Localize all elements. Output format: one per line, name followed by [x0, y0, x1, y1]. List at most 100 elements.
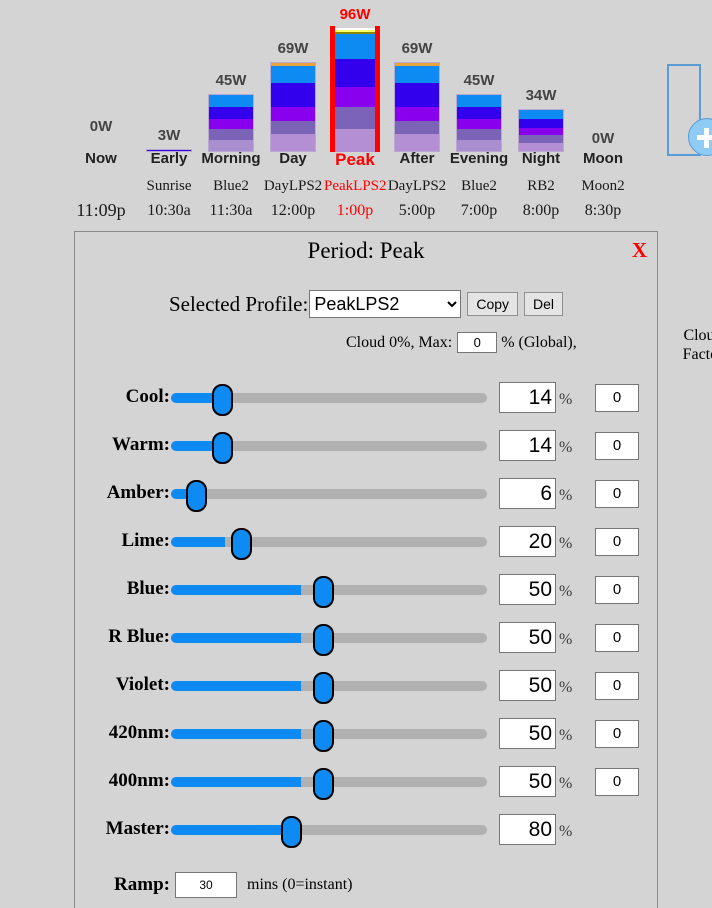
ramp-row: Ramp: 30 mins (0=instant)	[75, 868, 659, 908]
channel-row-lime: Lime: 20% 0	[75, 518, 659, 566]
channel-cloud-factor-input[interactable]: 0	[595, 768, 639, 796]
period-bar[interactable]	[324, 0, 386, 152]
channel-value-input[interactable]: 80	[499, 814, 556, 845]
period-bar[interactable]	[448, 0, 510, 152]
slider-thumb[interactable]	[313, 768, 334, 800]
slider-thumb[interactable]	[313, 576, 334, 608]
period-time[interactable]: 10:30a	[138, 202, 200, 220]
period-profile[interactable]: DayLPS2	[386, 178, 448, 195]
channel-slider[interactable]	[171, 720, 487, 752]
period-time[interactable]: 11:30a	[200, 202, 262, 220]
slider-thumb[interactable]	[212, 432, 233, 464]
channel-slider[interactable]	[171, 576, 487, 608]
channel-value-input[interactable]: 50	[499, 622, 556, 653]
add-period-button[interactable]	[667, 64, 712, 174]
period-name[interactable]: Morning	[200, 150, 262, 167]
delete-profile-button[interactable]: Del	[524, 292, 564, 316]
period-name[interactable]: Moon	[572, 150, 634, 167]
channel-cloud-factor-input[interactable]: 0	[595, 624, 639, 652]
channel-slider[interactable]	[171, 480, 487, 512]
period-name[interactable]: Night	[510, 150, 572, 167]
period-profile[interactable]: Moon2	[572, 178, 634, 195]
period-bar[interactable]	[262, 0, 324, 152]
period-bar[interactable]	[200, 0, 262, 152]
slider-track[interactable]	[171, 489, 487, 499]
channel-value-input[interactable]: 14	[499, 430, 556, 461]
channel-value-input[interactable]: 6	[499, 478, 556, 509]
period-time[interactable]: 7:00p	[448, 202, 510, 220]
channel-cloud-factor-input[interactable]: 0	[595, 672, 639, 700]
period-bar[interactable]	[386, 0, 448, 152]
timeline-period-morning[interactable]: 45W Morning Blue2 11:30a	[200, 0, 262, 228]
percent-symbol: %	[559, 535, 573, 552]
channel-cloud-factor-input[interactable]: 0	[595, 576, 639, 604]
period-bar[interactable]	[510, 0, 572, 152]
timeline-period-early[interactable]: 3W Early Sunrise 10:30a	[138, 0, 200, 228]
channel-value-input[interactable]: 50	[499, 670, 556, 701]
channel-slider[interactable]	[171, 624, 487, 656]
period-time[interactable]: 12:00p	[262, 202, 324, 220]
period-profile[interactable]: Blue2	[448, 178, 510, 195]
channel-row-violet: Violet: 50% 0	[75, 662, 659, 710]
timeline-period-day[interactable]: 69W Day DayLPS2 12:00p	[262, 0, 324, 228]
timeline-period-evening[interactable]: 45W Evening Blue2 7:00p	[448, 0, 510, 228]
period-name[interactable]: Peak	[324, 150, 386, 170]
channel-value-input[interactable]: 14	[499, 382, 556, 413]
percent-symbol: %	[559, 439, 573, 456]
period-profile[interactable]: Blue2	[200, 178, 262, 195]
channel-cloud-factor-input[interactable]: 0	[595, 480, 639, 508]
slider-thumb[interactable]	[212, 384, 233, 416]
channel-slider[interactable]	[171, 432, 487, 464]
slider-thumb[interactable]	[231, 528, 252, 560]
channel-slider[interactable]	[171, 384, 487, 416]
timeline-period-night[interactable]: 34W Night RB2 8:00p	[510, 0, 572, 228]
period-name[interactable]: Day	[262, 150, 324, 167]
selection-bracket-left	[330, 26, 335, 152]
channel-slider[interactable]	[171, 672, 487, 704]
timeline-period-peak[interactable]: 96W Peak PeakLPS2 1:00p	[324, 0, 387, 228]
period-profile[interactable]: RB2	[510, 178, 572, 195]
bar-segment	[457, 94, 501, 107]
close-icon[interactable]: X	[632, 238, 647, 263]
period-time[interactable]: 8:00p	[510, 202, 572, 220]
ramp-input[interactable]: 30	[175, 872, 237, 898]
channel-value-input[interactable]: 20	[499, 526, 556, 557]
app-root: 0W Now 11:09p 3W Early Sunrise 10:30a 45W Mornin…	[0, 0, 712, 908]
period-time[interactable]: 5:00p	[386, 202, 448, 220]
channel-value-input[interactable]: 50	[499, 766, 556, 797]
ramp-hint-label: mins (0=instant)	[247, 876, 353, 893]
channel-slider[interactable]	[171, 816, 487, 848]
channel-cloud-factor-input[interactable]: 0	[595, 432, 639, 460]
channel-cloud-factor-input[interactable]: 0	[595, 528, 639, 556]
period-time[interactable]: 8:30p	[572, 202, 634, 220]
period-name[interactable]: Early	[138, 150, 200, 167]
period-name[interactable]: Evening	[448, 150, 510, 167]
period-bar[interactable]	[138, 0, 200, 152]
timeline-period-after[interactable]: 69W After DayLPS2 5:00p	[386, 0, 448, 228]
slider-fill	[171, 489, 187, 499]
period-name[interactable]: After	[386, 150, 448, 167]
channel-slider[interactable]	[171, 768, 487, 800]
slider-thumb[interactable]	[313, 720, 334, 752]
slider-thumb[interactable]	[281, 816, 302, 848]
channel-row-rblue: R Blue: 50% 0	[75, 614, 659, 662]
copy-profile-button[interactable]: Copy	[467, 292, 519, 316]
channel-cloud-factor-input[interactable]: 0	[595, 384, 639, 412]
channel-cloud-factor-input[interactable]: 0	[595, 720, 639, 748]
slider-fill	[171, 393, 215, 403]
period-profile[interactable]: Sunrise	[138, 178, 200, 195]
channel-value-input[interactable]: 50	[499, 718, 556, 749]
slider-thumb[interactable]	[313, 624, 334, 656]
cloud-suffix-label: % (Global),	[501, 333, 577, 351]
bar-segment	[271, 107, 315, 121]
channel-value-input[interactable]: 50	[499, 574, 556, 605]
period-profile[interactable]: DayLPS2	[262, 178, 324, 195]
cloud-max-input[interactable]: 0	[457, 332, 498, 353]
slider-thumb[interactable]	[186, 480, 207, 512]
period-profile[interactable]: PeakLPS2	[324, 178, 387, 195]
profile-select[interactable]: PeakLPS2	[309, 290, 462, 318]
slider-thumb[interactable]	[313, 672, 334, 704]
period-time[interactable]: 1:00p	[324, 202, 386, 220]
timeline-period-moon[interactable]: 0W Moon Moon2 8:30p	[572, 0, 634, 228]
channel-slider[interactable]	[171, 528, 487, 560]
